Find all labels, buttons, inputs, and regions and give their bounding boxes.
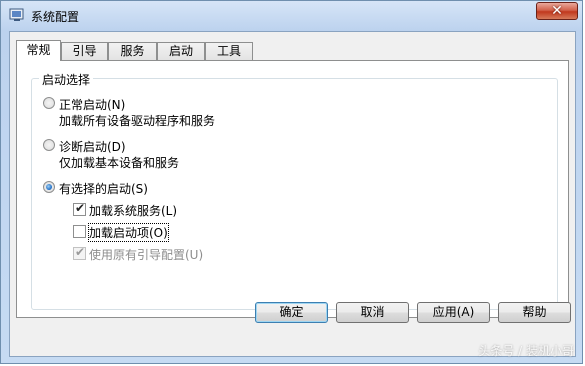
close-button[interactable]: ✕ bbox=[536, 2, 578, 20]
normal-startup-radio[interactable] bbox=[43, 97, 55, 109]
load-system-services-label: 加载系统服务(L) bbox=[89, 204, 178, 218]
diagnostic-startup-description: 仅加载基本设备和服务 bbox=[59, 156, 180, 170]
diagnostic-startup-radio[interactable] bbox=[43, 139, 55, 151]
use-original-boot-config-checkbox: ✔ bbox=[73, 245, 86, 260]
load-startup-items-checkbox[interactable] bbox=[73, 225, 86, 238]
title-bar[interactable]: 系统配置 ✕ bbox=[1, 1, 584, 31]
selective-startup-label: 有选择的启动(S) bbox=[59, 182, 148, 196]
startup-selection-legend: 启动选择 bbox=[39, 71, 94, 88]
close-icon: ✕ bbox=[551, 3, 563, 19]
diagnostic-startup-label: 诊断启动(D) bbox=[59, 140, 126, 154]
tab-boot[interactable]: 引导 bbox=[61, 42, 108, 60]
window-title: 系统配置 bbox=[31, 10, 80, 24]
load-system-services-checkbox[interactable]: ✔ bbox=[73, 201, 86, 216]
normal-startup-label: 正常启动(N) bbox=[59, 98, 126, 112]
cancel-button[interactable]: 取消 bbox=[336, 302, 409, 323]
system-config-window: 系统配置 ✕ 常规 引导 服务 启动 工具 启动选择 正常启动(N) 加载所有设… bbox=[0, 0, 583, 364]
load-startup-items-label: 加载启动项(O) bbox=[88, 223, 169, 242]
tab-general[interactable]: 常规 bbox=[16, 40, 61, 61]
tab-tools[interactable]: 工具 bbox=[205, 42, 253, 60]
tab-startup[interactable]: 启动 bbox=[157, 42, 205, 60]
use-original-boot-config-label: 使用原有引导配置(U) bbox=[89, 248, 204, 262]
checkmark-icon: ✔ bbox=[75, 201, 86, 215]
system-config-icon bbox=[9, 8, 24, 21]
tab-services[interactable]: 服务 bbox=[108, 42, 157, 60]
ok-button[interactable]: 确定 bbox=[255, 302, 328, 323]
normal-startup-description: 加载所有设备驱动程序和服务 bbox=[59, 114, 216, 128]
checkmark-icon: ✔ bbox=[75, 245, 86, 259]
general-tab-panel: 启动选择 正常启动(N) 加载所有设备驱动程序和服务 诊断启动(D) 仅加载基本… bbox=[16, 60, 569, 318]
help-button[interactable]: 帮助 bbox=[498, 302, 571, 323]
apply-button[interactable]: 应用(A) bbox=[417, 302, 490, 323]
selective-startup-radio[interactable] bbox=[43, 181, 55, 193]
radio-selected-dot bbox=[46, 184, 52, 190]
watermark-text: 头条号 / 装机小哥 bbox=[478, 344, 574, 358]
